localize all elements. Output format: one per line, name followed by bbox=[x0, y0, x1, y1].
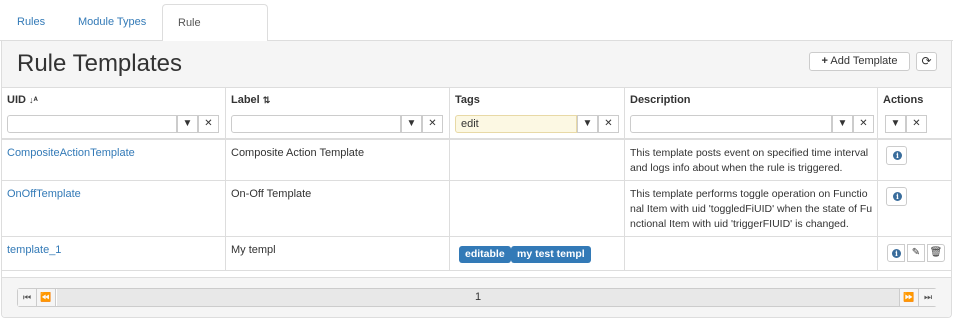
description-cell: This template posts event on specified t… bbox=[625, 140, 878, 180]
uid-clear-filter-icon[interactable]: ✕ bbox=[198, 115, 219, 133]
tab-rule-templates[interactable]: Rule Templates bbox=[162, 4, 268, 65]
previous-page-icon: ⏪ bbox=[40, 292, 52, 302]
tags-cell bbox=[450, 181, 625, 236]
table-row: OnOffTemplate On-Off Template This templ… bbox=[2, 181, 951, 237]
uid-cell: template_1 bbox=[2, 237, 226, 270]
label-text: Composite Action Template bbox=[231, 147, 365, 159]
description-text: This template performs toggle operation … bbox=[630, 188, 873, 230]
next-page-button[interactable]: ⏩ bbox=[899, 289, 918, 306]
info-button[interactable]: i bbox=[887, 244, 905, 262]
column-header-actions: Actions ▼ ✕ bbox=[878, 88, 951, 138]
tab-module-types[interactable]: Module Types bbox=[63, 4, 161, 41]
tags-header: Tags bbox=[455, 94, 480, 106]
tab-bar: Rules Module Types Rule Templates bbox=[0, 0, 953, 65]
rule-templates-panel: Rule Templates + Add Template ⟳ UID ↓ᴬ ▼ … bbox=[1, 41, 952, 318]
plus-icon: + bbox=[821, 55, 828, 67]
uid-link[interactable]: CompositeActionTemplate bbox=[7, 146, 135, 161]
tags-filter-input[interactable]: edit bbox=[455, 115, 577, 133]
tags-cell bbox=[450, 140, 625, 180]
label-cell: My templ bbox=[226, 237, 450, 270]
column-header-description: Description ▼ ✕ bbox=[625, 88, 878, 138]
info-icon: i bbox=[892, 249, 901, 258]
pager-footer: ⏮ ⏪ 1 ⏩ ⏭ bbox=[2, 277, 951, 317]
actions-cell: i bbox=[878, 140, 951, 180]
tags-clear-filter-icon[interactable]: ✕ bbox=[598, 115, 619, 133]
uid-filter-input[interactable] bbox=[7, 115, 177, 133]
sort-alpha-icon: ↓ᴬ bbox=[28, 95, 38, 105]
description-text: This template posts event on specified t… bbox=[630, 147, 869, 174]
pencil-icon: ✎ bbox=[911, 247, 921, 258]
uid-cell: OnOffTemplate bbox=[2, 181, 226, 236]
actions-cell: i bbox=[878, 181, 951, 236]
uid-link[interactable]: template_1 bbox=[7, 243, 61, 258]
last-page-icon: ⏭ bbox=[923, 292, 933, 302]
page-title: Rule Templates bbox=[17, 50, 182, 77]
uid-header[interactable]: UID ↓ᴬ bbox=[7, 94, 38, 106]
uid-cell: CompositeActionTemplate bbox=[2, 140, 226, 180]
delete-button[interactable]: 🗑 bbox=[927, 244, 945, 262]
label-filter-input[interactable] bbox=[231, 115, 401, 133]
description-filter-input[interactable] bbox=[630, 115, 832, 133]
uid-filter-icon[interactable]: ▼ bbox=[177, 115, 198, 133]
tags-cell: editable my test templ bbox=[450, 237, 625, 270]
uid-link[interactable]: OnOffTemplate bbox=[7, 187, 81, 202]
refresh-button[interactable]: ⟳ bbox=[916, 52, 937, 71]
edit-button[interactable]: ✎ bbox=[907, 244, 925, 262]
sort-icon: ⇅ bbox=[262, 95, 271, 105]
column-header-uid: UID ↓ᴬ ▼ ✕ bbox=[2, 88, 226, 138]
description-cell bbox=[625, 237, 878, 270]
actions-filter-icon[interactable]: ▼ bbox=[885, 115, 906, 133]
page-indicator[interactable]: 1 bbox=[57, 289, 899, 306]
add-template-label: Add Template bbox=[830, 55, 898, 67]
description-clear-filter-icon[interactable]: ✕ bbox=[853, 115, 874, 133]
description-header: Description bbox=[630, 94, 691, 106]
last-page-button[interactable]: ⏭ bbox=[918, 289, 937, 306]
add-template-button[interactable]: + Add Template bbox=[809, 52, 910, 71]
refresh-icon: ⟳ bbox=[921, 54, 932, 68]
previous-page-button[interactable]: ⏪ bbox=[37, 289, 56, 306]
info-button[interactable]: i bbox=[886, 146, 907, 165]
next-page-icon: ⏩ bbox=[903, 292, 915, 302]
tag-badge[interactable]: editable bbox=[459, 246, 511, 263]
first-page-icon: ⏮ bbox=[22, 292, 32, 302]
grid-header-row: UID ↓ᴬ ▼ ✕ Label ⇅ ▼ ✕ Tags edit ▼ ✕ Descr… bbox=[2, 88, 951, 140]
pager-bar: ⏮ ⏪ 1 ⏩ ⏭ bbox=[17, 288, 937, 307]
description-cell: This template performs toggle operation … bbox=[625, 181, 878, 236]
table-row: CompositeActionTemplate Composite Action… bbox=[2, 140, 951, 181]
actions-cell: i ✎ 🗑 bbox=[878, 237, 951, 270]
tags-filter-icon[interactable]: ▼ bbox=[577, 115, 598, 133]
info-icon: i bbox=[893, 151, 902, 160]
actions-header: Actions bbox=[883, 94, 924, 106]
label-clear-filter-icon[interactable]: ✕ bbox=[422, 115, 443, 133]
panel-header: Rule Templates + Add Template ⟳ bbox=[2, 41, 951, 88]
info-button[interactable]: i bbox=[886, 187, 907, 206]
label-header[interactable]: Label ⇅ bbox=[231, 94, 270, 106]
tab-rules[interactable]: Rules bbox=[2, 4, 60, 41]
tag-badge[interactable]: my test templ bbox=[511, 246, 591, 263]
label-filter-icon[interactable]: ▼ bbox=[401, 115, 422, 133]
table-row: template_1 My templ editable my test tem… bbox=[2, 237, 951, 271]
label-cell: Composite Action Template bbox=[226, 140, 450, 180]
label-text: My templ bbox=[231, 244, 276, 256]
label-text: On-Off Template bbox=[231, 188, 312, 200]
column-header-label: Label ⇅ ▼ ✕ bbox=[226, 88, 450, 138]
column-header-tags: Tags edit ▼ ✕ bbox=[450, 88, 625, 138]
first-page-button[interactable]: ⏮ bbox=[18, 289, 37, 306]
actions-clear-filter-icon[interactable]: ✕ bbox=[906, 115, 927, 133]
trash-icon: 🗑 bbox=[929, 247, 943, 258]
info-icon: i bbox=[893, 192, 902, 201]
description-filter-icon[interactable]: ▼ bbox=[832, 115, 853, 133]
label-cell: On-Off Template bbox=[226, 181, 450, 236]
